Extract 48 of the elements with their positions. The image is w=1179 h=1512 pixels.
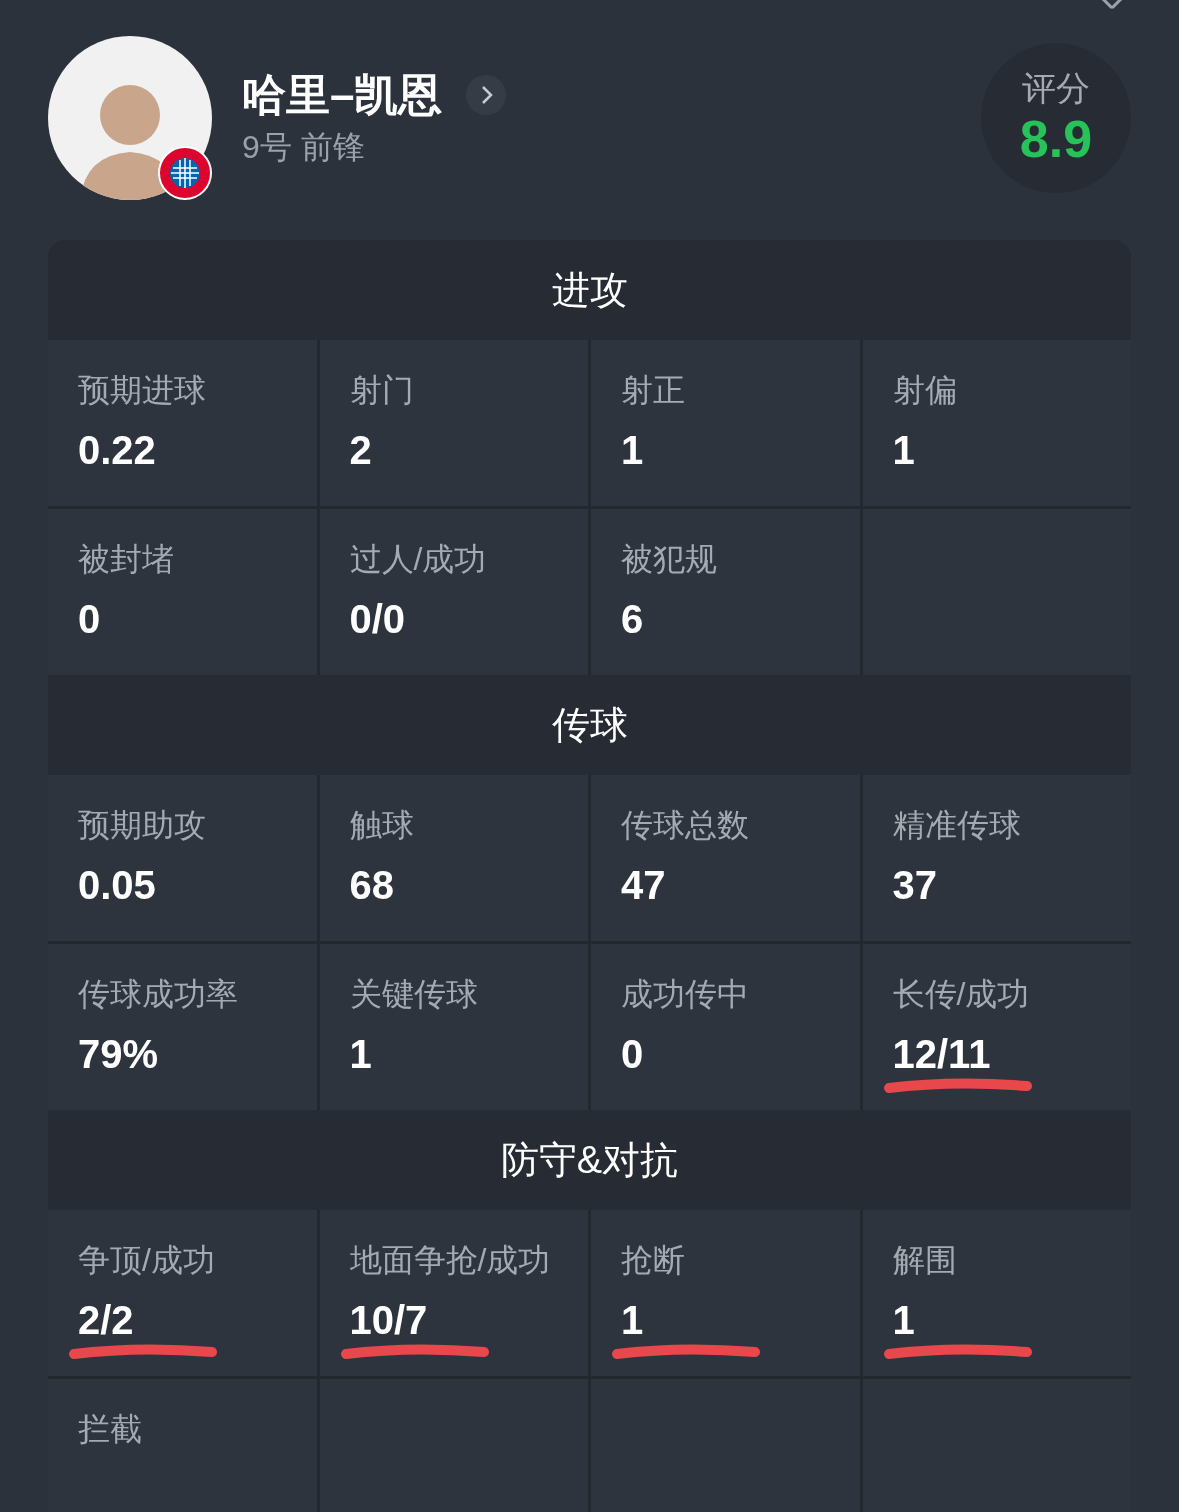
stat-value: 0/0 xyxy=(349,599,407,639)
stat-value: 1 xyxy=(621,430,645,470)
stat-value: 10/7 xyxy=(349,1300,429,1340)
stat-label: 传球总数 xyxy=(621,809,750,841)
stat-label: 被封堵 xyxy=(78,543,175,575)
stat-label: 关键传球 xyxy=(349,978,479,1010)
stat-value: 2 xyxy=(349,430,373,470)
rating-value: 8.9 xyxy=(1019,113,1093,165)
stat-value: 0.05 xyxy=(78,865,157,905)
section-title: 防守&对抗 xyxy=(500,1141,679,1179)
stat-value: 12/11 xyxy=(892,1034,992,1074)
stat-value: 1 xyxy=(621,1300,645,1340)
stat-label: 触球 xyxy=(349,809,415,841)
stat-label: 预期进球 xyxy=(78,374,207,406)
club-badge-icon xyxy=(158,146,212,200)
stat-label: 争顶/成功 xyxy=(78,1244,216,1276)
stat-label: 预期助攻 xyxy=(78,809,207,841)
stat-value: 2/2 xyxy=(78,1300,135,1340)
stat-value: 6 xyxy=(621,599,645,639)
stat-value: 37 xyxy=(892,865,938,905)
stat-label: 射偏 xyxy=(892,374,958,406)
stat-label: 射正 xyxy=(621,374,686,406)
stat-label: 地面争抢/成功 xyxy=(349,1244,552,1276)
stat-value: 0.22 xyxy=(78,430,157,470)
chevron-right-icon[interactable] xyxy=(466,75,507,115)
stat-label: 成功传中 xyxy=(621,978,750,1010)
stat-label: 射门 xyxy=(349,374,415,406)
stat-value: 79% xyxy=(78,1034,160,1074)
rating-label: 评分 xyxy=(1022,71,1090,105)
stat-value: 0 xyxy=(78,599,102,639)
stat-label: 抢断 xyxy=(621,1244,686,1276)
stat-label: 过人/成功 xyxy=(349,543,488,575)
stat-value: 1 xyxy=(349,1034,373,1074)
stat-label: 精准传球 xyxy=(892,809,1022,841)
stat-value: 1 xyxy=(892,430,916,470)
section-title: 进攻 xyxy=(551,271,628,309)
stat-label: 解围 xyxy=(892,1244,958,1276)
stat-value: 1 xyxy=(892,1300,916,1340)
player-name: 哈里–凯恩 xyxy=(242,73,443,117)
stat-label: 传球成功率 xyxy=(78,978,239,1010)
stat-label: 拦截 xyxy=(78,1413,143,1445)
stat-value: 0 xyxy=(621,1034,645,1074)
stat-value: 47 xyxy=(621,865,667,905)
stat-value: 68 xyxy=(349,865,395,905)
section-title: 传球 xyxy=(551,706,628,744)
stat-label: 长传/成功 xyxy=(892,978,1031,1010)
stat-label: 被犯规 xyxy=(621,543,718,575)
player-number-position: 9号 前锋 xyxy=(242,131,366,163)
